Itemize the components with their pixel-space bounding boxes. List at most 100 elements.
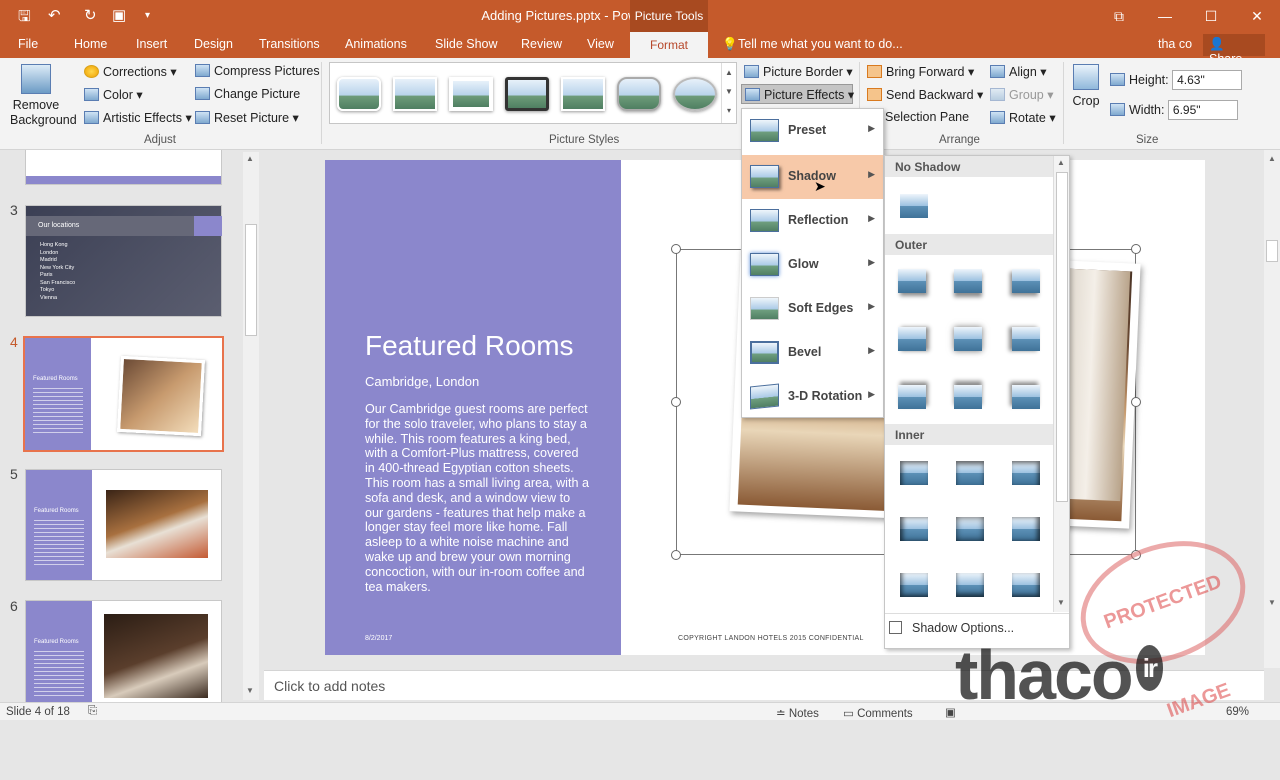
picture-style-5[interactable]: [561, 77, 605, 111]
shadow-outer-swatch[interactable]: [954, 327, 982, 351]
resize-handle[interactable]: [1131, 244, 1141, 254]
picture-border-button[interactable]: Picture Border ▾: [744, 64, 853, 79]
resize-handle[interactable]: [1131, 397, 1141, 407]
selection-pane-button[interactable]: Selection Pane: [885, 110, 969, 124]
menu-item-soft-edges[interactable]: Soft Edges ▶: [742, 287, 883, 331]
shadow-inner-swatch[interactable]: [900, 517, 928, 541]
shadow-inner-swatch[interactable]: [956, 517, 984, 541]
crop-button[interactable]: Crop: [1070, 64, 1102, 108]
spelling-icon[interactable]: ⎘: [88, 705, 97, 718]
picture-style-7[interactable]: [673, 77, 717, 111]
picture-styles-gallery[interactable]: ▲ ▼ ▾: [329, 62, 737, 124]
tab-design[interactable]: Design: [194, 37, 233, 51]
compress-pictures-button[interactable]: Compress Pictures: [195, 64, 320, 78]
slide-body-text[interactable]: Our Cambridge guest rooms are perfect fo…: [365, 402, 590, 594]
remove-background-button[interactable]: Remove Background: [10, 64, 77, 128]
shadow-inner-swatch[interactable]: [1012, 461, 1040, 485]
gallery-scroll[interactable]: ▲ ▼ ▾: [721, 63, 736, 123]
scroll-thumb[interactable]: [1266, 240, 1278, 262]
tell-me-search[interactable]: Tell me what you want to do...: [738, 37, 903, 51]
tab-slide-show[interactable]: Slide Show: [435, 37, 498, 51]
ribbon-display-icon[interactable]: ⧉: [1096, 4, 1142, 28]
change-picture-button[interactable]: Change Picture: [195, 87, 300, 101]
menu-item-shadow[interactable]: Shadow ▶: [742, 155, 883, 199]
slide-scrollbar[interactable]: ▲ ▼: [1264, 150, 1280, 668]
shadow-outer-swatch[interactable]: [954, 385, 982, 409]
align-button[interactable]: Align ▾: [990, 64, 1047, 79]
menu-item-reflection[interactable]: Reflection ▶: [742, 199, 883, 243]
tab-insert[interactable]: Insert: [136, 37, 167, 51]
shadow-outer-swatch[interactable]: [898, 269, 926, 293]
shadow-outer-swatch[interactable]: [898, 327, 926, 351]
send-backward-button[interactable]: Send Backward ▾: [867, 87, 983, 102]
tab-transitions[interactable]: Transitions: [259, 37, 320, 51]
corrections-button[interactable]: Corrections ▾: [84, 64, 177, 79]
adjust-group-label: Adjust: [144, 134, 176, 146]
color-button[interactable]: Color ▾: [84, 87, 143, 102]
submenu-arrow-icon: ▶: [868, 169, 875, 179]
shadow-outer-swatch[interactable]: [1012, 385, 1040, 409]
shadow-inner-swatch[interactable]: [900, 461, 928, 485]
shadow-inner-swatch[interactable]: [956, 573, 984, 597]
shadow-none-swatch[interactable]: [900, 194, 928, 218]
shadow-inner-swatch[interactable]: [900, 573, 928, 597]
rotate-button[interactable]: Rotate ▾: [990, 110, 1056, 125]
shadow-gallery-scrollbar[interactable]: ▲ ▼: [1053, 156, 1069, 612]
slide-thumbnail-3[interactable]: Our locations Hong Kong London Madrid New Y…: [25, 205, 222, 317]
tab-file[interactable]: File: [18, 37, 38, 51]
picture-style-3[interactable]: [449, 77, 493, 111]
shadow-outer-swatch[interactable]: [954, 269, 982, 293]
soft-edges-icon: [750, 297, 779, 320]
slide-thumbnail-4-selected[interactable]: Featured Rooms: [23, 336, 224, 452]
tab-animations[interactable]: Animations: [345, 37, 407, 51]
picture-style-1[interactable]: [337, 77, 381, 111]
slide-subtitle[interactable]: Cambridge, London: [365, 374, 479, 389]
slide-date: 8/2/2017: [365, 635, 393, 642]
shadow-outer-swatch[interactable]: [1012, 269, 1040, 293]
picture-effects-button[interactable]: Picture Effects ▾: [741, 84, 854, 104]
menu-item-glow[interactable]: Glow ▶: [742, 243, 883, 287]
thumb-room-image: [106, 490, 208, 558]
shadow-outer-swatch[interactable]: [1012, 327, 1040, 351]
notes-placeholder[interactable]: Click to add notes: [274, 678, 385, 694]
share-button[interactable]: 👤 Share: [1203, 34, 1265, 66]
picture-style-2[interactable]: [393, 77, 437, 111]
tab-review[interactable]: Review: [521, 37, 562, 51]
slide-thumbnail-5[interactable]: Featured Rooms: [25, 469, 222, 581]
slide-title[interactable]: Featured Rooms: [365, 330, 574, 362]
shadow-inner-swatch[interactable]: [956, 461, 984, 485]
maximize-button[interactable]: ☐: [1188, 4, 1234, 28]
tab-home[interactable]: Home: [74, 37, 107, 51]
menu-item-3d-rotation[interactable]: 3-D Rotation ▶: [742, 375, 883, 419]
picture-style-6[interactable]: [617, 77, 661, 111]
comments-button[interactable]: ▭ Comments: [843, 706, 913, 720]
resize-handle[interactable]: [671, 244, 681, 254]
close-button[interactable]: ✕: [1234, 4, 1280, 28]
menu-item-bevel[interactable]: Bevel ▶: [742, 331, 883, 375]
scroll-thumb[interactable]: [1056, 172, 1068, 502]
slide-thumbnail-6[interactable]: Featured Rooms: [25, 600, 222, 702]
shadow-inner-swatch[interactable]: [1012, 573, 1040, 597]
reset-picture-button[interactable]: Reset Picture ▾: [195, 110, 299, 125]
user-name[interactable]: tha co: [1158, 37, 1192, 51]
shadow-outer-swatch[interactable]: [898, 385, 926, 409]
width-input[interactable]: 6.95": [1167, 100, 1238, 120]
glow-icon: [750, 253, 779, 276]
group-button[interactable]: Group ▾: [990, 87, 1054, 102]
tab-view[interactable]: View: [587, 37, 614, 51]
scroll-thumb[interactable]: [245, 224, 257, 336]
resize-handle[interactable]: [671, 550, 681, 560]
picture-style-4[interactable]: [505, 77, 549, 111]
minimize-button[interactable]: —: [1142, 4, 1188, 28]
shadow-inner-swatch[interactable]: [1012, 517, 1040, 541]
height-input[interactable]: 4.63": [1172, 70, 1243, 90]
resize-handle[interactable]: [671, 397, 681, 407]
artistic-effects-button[interactable]: Artistic Effects ▾: [84, 110, 192, 125]
thumbnails-scrollbar[interactable]: ▲ ▼: [243, 152, 259, 700]
shadow-options-item[interactable]: Shadow Options...: [889, 621, 1014, 635]
bring-forward-button[interactable]: Bring Forward ▾: [867, 64, 974, 79]
slide-thumbnail-2[interactable]: [25, 150, 222, 185]
tab-format[interactable]: Format: [630, 32, 708, 58]
notes-button[interactable]: ≐ Notes: [776, 706, 819, 720]
menu-item-preset[interactable]: Preset ▶: [742, 109, 883, 153]
